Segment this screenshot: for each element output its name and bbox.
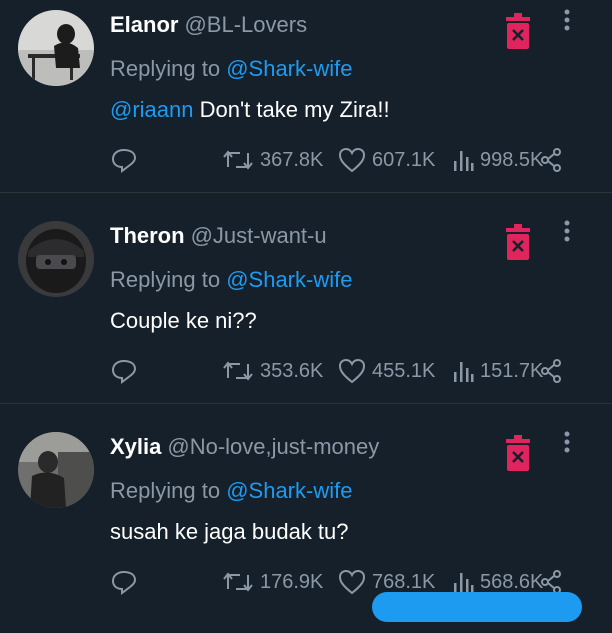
retweet-button[interactable]: 353.6K bbox=[222, 355, 323, 387]
tweet-body: susah ke jaga budak tu? bbox=[110, 519, 349, 544]
views-icon bbox=[454, 362, 474, 382]
action-bar: 367.8K 607.1K 998.5K bbox=[0, 144, 612, 176]
like-icon bbox=[338, 569, 366, 595]
reply-icon bbox=[111, 570, 137, 595]
display-name[interactable]: Elanor bbox=[110, 12, 178, 37]
tweet-card[interactable]: Theron @Just-want-u Replying to @Shark-wi… bbox=[0, 211, 612, 422]
divider bbox=[0, 403, 612, 404]
like-button[interactable]: 455.1K bbox=[338, 355, 435, 387]
trash-icon[interactable] bbox=[504, 224, 532, 260]
views-icon bbox=[454, 151, 474, 171]
trash-icon[interactable] bbox=[504, 435, 532, 471]
avatar[interactable] bbox=[18, 432, 94, 508]
views-count: 151.7K bbox=[480, 359, 544, 382]
views-button[interactable]: 151.7K bbox=[452, 355, 543, 387]
replying-prefix: Replying to bbox=[110, 478, 221, 503]
compose-button[interactable] bbox=[372, 592, 582, 622]
views-count: 568.6K bbox=[480, 570, 544, 593]
action-bar: 353.6K 455.1K 151.7K bbox=[0, 355, 612, 387]
retweet-icon bbox=[223, 572, 253, 592]
retweet-icon bbox=[223, 150, 253, 170]
reply-button[interactable] bbox=[110, 355, 138, 387]
like-count: 768.1K bbox=[372, 570, 436, 593]
mention-link[interactable]: @riaann bbox=[110, 97, 194, 122]
views-button[interactable]: 998.5K bbox=[452, 144, 543, 176]
share-button[interactable] bbox=[540, 144, 562, 176]
user-handle[interactable]: @No-love,just-money bbox=[167, 434, 379, 459]
replying-to: Replying to @Shark-wife bbox=[110, 478, 352, 504]
replying-to-link[interactable]: @Shark-wife bbox=[226, 267, 352, 292]
replying-to-link[interactable]: @Shark-wife bbox=[226, 478, 352, 503]
reply-button[interactable] bbox=[110, 566, 138, 598]
display-name[interactable]: Xylia bbox=[110, 434, 161, 459]
tweet-header: Elanor @BL-Lovers bbox=[110, 12, 307, 38]
divider bbox=[0, 192, 612, 193]
avatar[interactable] bbox=[18, 221, 94, 297]
views-count: 998.5K bbox=[480, 148, 544, 171]
like-button[interactable]: 607.1K bbox=[338, 144, 435, 176]
more-icon[interactable] bbox=[557, 8, 577, 38]
retweet-count: 353.6K bbox=[260, 359, 324, 382]
retweet-count: 176.9K bbox=[260, 570, 324, 593]
user-handle[interactable]: @BL-Lovers bbox=[184, 12, 307, 37]
tweet-body: Couple ke ni?? bbox=[110, 308, 257, 333]
share-icon bbox=[541, 359, 561, 383]
avatar[interactable] bbox=[18, 10, 94, 86]
trash-icon[interactable] bbox=[504, 13, 532, 49]
tweet-text: @riaann Don't take my Zira!! bbox=[110, 97, 390, 123]
tweet-text: Couple ke ni?? bbox=[110, 308, 257, 334]
tweet-body: Don't take my Zira!! bbox=[193, 97, 390, 122]
retweet-count: 367.8K bbox=[260, 148, 324, 171]
replying-to: Replying to @Shark-wife bbox=[110, 56, 352, 82]
tweet-header: Theron @Just-want-u bbox=[110, 223, 327, 249]
retweet-button[interactable]: 176.9K bbox=[222, 566, 323, 598]
tweet-card[interactable]: Elanor @BL-Lovers Replying to @Shark-wife… bbox=[0, 0, 612, 211]
tweet-text: susah ke jaga budak tu? bbox=[110, 519, 349, 545]
like-count: 607.1K bbox=[372, 148, 436, 171]
share-icon bbox=[541, 148, 561, 172]
display-name[interactable]: Theron bbox=[110, 223, 185, 248]
replying-prefix: Replying to bbox=[110, 56, 221, 81]
replying-to-link[interactable]: @Shark-wife bbox=[226, 56, 352, 81]
more-icon[interactable] bbox=[557, 219, 577, 249]
reply-icon bbox=[111, 359, 137, 384]
replying-prefix: Replying to bbox=[110, 267, 221, 292]
retweet-button[interactable]: 367.8K bbox=[222, 144, 323, 176]
more-icon[interactable] bbox=[557, 430, 577, 460]
share-button[interactable] bbox=[540, 355, 562, 387]
user-handle[interactable]: @Just-want-u bbox=[191, 223, 327, 248]
reply-button[interactable] bbox=[110, 144, 138, 176]
replying-to: Replying to @Shark-wife bbox=[110, 267, 352, 293]
reply-icon bbox=[111, 148, 137, 173]
like-icon bbox=[338, 358, 366, 384]
retweet-icon bbox=[223, 361, 253, 381]
like-count: 455.1K bbox=[372, 359, 436, 382]
like-icon bbox=[338, 147, 366, 173]
tweet-header: Xylia @No-love,just-money bbox=[110, 434, 379, 460]
